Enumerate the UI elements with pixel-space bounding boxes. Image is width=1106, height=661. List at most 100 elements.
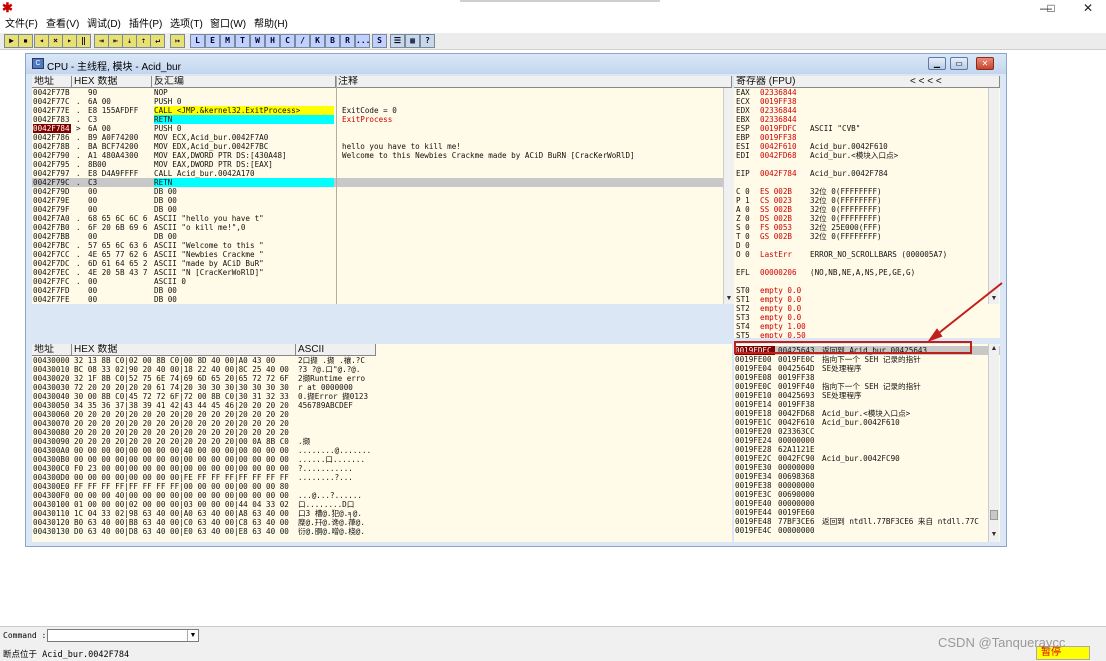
- stack-row[interactable]: 0019FE14 0019FF38: [734, 400, 1000, 409]
- dump-row[interactable]: 004300D0 00 00 00 00|00 00 00 00|FE FF FF…: [32, 473, 732, 482]
- register-row[interactable]: EIP 0042F784 Acid_bur.0042F784: [734, 169, 1000, 178]
- dump-row[interactable]: 00430100 01 00 00 00|02 00 00 00|03 00 00…: [32, 500, 732, 509]
- disasm-row[interactable]: 0042F79F 00 DB 00: [32, 205, 732, 214]
- disasm-row[interactable]: 0042F7FE 00 DB 00: [32, 295, 732, 304]
- stack-row[interactable]: 0019FE38 00000000: [734, 481, 1000, 490]
- toolbar-button-24[interactable]: S: [372, 34, 387, 48]
- stack-row[interactable]: 0019FE30 00000000: [734, 463, 1000, 472]
- cpu-minimize-button[interactable]: ▁: [928, 57, 946, 70]
- disassembly-pane[interactable]: 地址 HEX 数据 反汇编 注释 0042F77B 90 NOP 0042F77C. 6…: [32, 76, 732, 304]
- toolbar-button-25[interactable]: ☰: [390, 34, 405, 48]
- toolbar-button-19[interactable]: /: [295, 34, 310, 48]
- stack-row[interactable]: 0019FE4C 00000000: [734, 526, 1000, 535]
- toolbar-button-1[interactable]: ▪: [18, 34, 33, 48]
- register-row[interactable]: EFL 00000206 (NO,NB,NE,A,NS,PE,GE,G): [734, 268, 1000, 277]
- dump-row[interactable]: 00430010 BC 08 33 02|90 20 40 00|18 22 40…: [32, 365, 732, 374]
- menu-window[interactable]: 窗口(W): [210, 18, 246, 31]
- toolbar-button-17[interactable]: H: [265, 34, 280, 48]
- scroll-down-icon[interactable]: ▼: [724, 294, 734, 304]
- stack-row[interactable]: 0019FE3C 00690000: [734, 490, 1000, 499]
- toolbar-button-22[interactable]: R: [340, 34, 355, 48]
- register-row[interactable]: C 0 ES 002B 32位 0(FFFFFFFF): [734, 187, 1000, 196]
- toolbar-button-4[interactable]: ▸: [62, 34, 77, 48]
- disasm-row[interactable]: 0042F78B. BA BCF74200 MOV EDX,Acid_bur.004…: [32, 142, 732, 151]
- stack-row[interactable]: 0019FE2C 0042FC90 Acid_bur.0042FC90: [734, 454, 1000, 463]
- register-row[interactable]: [734, 160, 1000, 169]
- disasm-row[interactable]: 0042F7FD 00 DB 00: [32, 286, 732, 295]
- register-row[interactable]: ST0 empty 0.0: [734, 286, 1000, 295]
- stack-row[interactable]: 0019FE10 00425693 SE处理程序: [734, 391, 1000, 400]
- toolbar-button-20[interactable]: K: [310, 34, 325, 48]
- toolbar-button-8[interactable]: ⇣: [122, 34, 137, 48]
- dump-row[interactable]: 00430080 20 20 20 20|20 20 20 20|20 20 20…: [32, 428, 732, 437]
- toolbar-button-15[interactable]: T: [235, 34, 250, 48]
- dump-row[interactable]: 00430060 20 20 20 20|20 20 20 20|20 20 20…: [32, 410, 732, 419]
- toolbar-button-21[interactable]: B: [325, 34, 340, 48]
- disasm-row[interactable]: 0042F7BB 00 DB 00: [32, 232, 732, 241]
- register-row[interactable]: ST4 empty 1.0000000000000000000: [734, 322, 1000, 331]
- disasm-row[interactable]: 0042F790. A1 480A4300 MOV EAX,DWORD PTR DS…: [32, 151, 732, 160]
- toolbar-button-18[interactable]: C: [280, 34, 295, 48]
- dump-row[interactable]: 00430030 72 20 20 20|20 20 61 74|20 30 30…: [32, 383, 732, 392]
- toolbar-button-14[interactable]: M: [220, 34, 235, 48]
- register-row[interactable]: P 1 CS 0023 32位 0(FFFFFFFF): [734, 196, 1000, 205]
- register-row[interactable]: O 0 LastErr ERROR_NO_SCROLLBARS (000005A7): [734, 250, 1000, 259]
- register-row[interactable]: EBP 0019FF38: [734, 133, 1000, 142]
- disasm-row[interactable]: 0042F7DC. 6D 61 64 65 2 ASCII "made by ACi…: [32, 259, 732, 268]
- disasm-scrollbar[interactable]: ▼: [723, 88, 734, 304]
- toolbar-button-3[interactable]: ×: [48, 34, 63, 48]
- dump-row[interactable]: 00430110 1C 04 33 02|98 63 40 00|A0 63 40…: [32, 509, 732, 518]
- menu-file[interactable]: 文件(F): [5, 18, 38, 31]
- dump-row[interactable]: 00430130 D0 63 40 00|D8 63 40 00|E0 63 40…: [32, 527, 732, 536]
- disasm-row[interactable]: 0042F7BC. 57 65 6C 63 6 ASCII "Welcome to …: [32, 241, 732, 250]
- stack-row[interactable]: 0019FE20 023363CC: [734, 427, 1000, 436]
- register-row[interactable]: ST5 empty 0.5000000000000000000: [734, 331, 1000, 338]
- toolbar-button-23[interactable]: ...: [355, 34, 370, 48]
- dump-row[interactable]: 00430040 30 00 8B C0|45 72 72 6F|72 00 8B…: [32, 392, 732, 401]
- dump-row[interactable]: 004300C0 F0 23 00 00|00 00 00 00|00 00 00…: [32, 464, 732, 473]
- disasm-row[interactable]: 0042F786. B9 A0F74200 MOV ECX,Acid_bur.004…: [32, 133, 732, 142]
- disasm-row[interactable]: 0042F783. C3 RETN ExitProcess: [32, 115, 732, 124]
- stack-row[interactable]: 0019FE40 00000000: [734, 499, 1000, 508]
- disasm-row[interactable]: 0042F79C. C3 RETN: [32, 178, 732, 187]
- stack-row[interactable]: 0019FE34 00698368: [734, 472, 1000, 481]
- command-input[interactable]: [47, 629, 199, 642]
- toolbar-button-9[interactable]: ⇡: [136, 34, 151, 48]
- register-row[interactable]: EBX 02336844: [734, 115, 1000, 124]
- stack-row[interactable]: 0019FE0C 0019FF40 指向下一个 SEH 记录的指针: [734, 382, 1000, 391]
- toolbar-button-7[interactable]: ⇤: [108, 34, 123, 48]
- menu-options[interactable]: 选项(T): [170, 18, 203, 31]
- disasm-header-comment[interactable]: 注释: [336, 76, 732, 88]
- toolbar-button-2[interactable]: ◂: [34, 34, 49, 48]
- menu-view[interactable]: 查看(V): [46, 18, 79, 31]
- toolbar-button-0[interactable]: ▶: [4, 34, 19, 48]
- menu-help[interactable]: 帮助(H): [254, 18, 288, 31]
- toolbar-button-13[interactable]: E: [205, 34, 220, 48]
- stack-row[interactable]: 0019FE00 0019FE0C 指向下一个 SEH 记录的指针: [734, 355, 1000, 364]
- disasm-row[interactable]: 0042F77C. 6A 00 PUSH 0: [32, 97, 732, 106]
- toolbar-button-5[interactable]: ‖: [76, 34, 91, 48]
- dump-row[interactable]: 00430000 32 13 8B C0|02 00 8B C0|00 8D 40…: [32, 356, 732, 365]
- register-row[interactable]: EAX 02336844: [734, 88, 1000, 97]
- stack-row[interactable]: 0019FE04 0042564D SE处理程序: [734, 364, 1000, 373]
- register-row[interactable]: ECX 0019FF38: [734, 97, 1000, 106]
- toolbar-button-16[interactable]: W: [250, 34, 265, 48]
- register-row[interactable]: ST3 empty 0.0: [734, 313, 1000, 322]
- stack-row[interactable]: 0019FE28 62A1121E: [734, 445, 1000, 454]
- disasm-row[interactable]: 0042F7FC. 00 ASCII 0: [32, 277, 732, 286]
- registers-header[interactable]: 寄存器 (FPU) < < < <: [734, 76, 1000, 88]
- register-row[interactable]: [734, 277, 1000, 286]
- dump-row[interactable]: 00430090 20 20 20 20|20 20 20 20|20 20 20…: [32, 437, 732, 446]
- dump-row[interactable]: 004300A0 00 00 00 00|00 00 00 00|40 00 00…: [32, 446, 732, 455]
- disasm-row[interactable]: 0042F797. E8 D4A9FFFF CALL Acid_bur.0042A1…: [32, 169, 732, 178]
- dump-row[interactable]: 004300B0 00 00 00 00|00 00 00 00|00 00 00…: [32, 455, 732, 464]
- disasm-header-hex[interactable]: HEX 数据: [72, 76, 152, 88]
- stack-row[interactable]: 0019FE44 0019FE60: [734, 508, 1000, 517]
- register-row[interactable]: T 0 GS 002B 32位 0(FFFFFFFF): [734, 232, 1000, 241]
- menu-debug[interactable]: 调试(D): [87, 18, 121, 31]
- stack-row[interactable]: 0019FE1C 0042F610 Acid_bur.0042F610: [734, 418, 1000, 427]
- disasm-row[interactable]: 0042F77E. E8 155AFDFF CALL <JMP.&kernel32.…: [32, 106, 732, 115]
- disasm-row[interactable]: 0042F784 >6A 00 PUSH 0: [32, 124, 732, 133]
- stack-scroll-thumb[interactable]: [990, 510, 998, 520]
- disasm-row[interactable]: 0042F795. 8B00 MOV EAX,DWORD PTR DS:[EAX]: [32, 160, 732, 169]
